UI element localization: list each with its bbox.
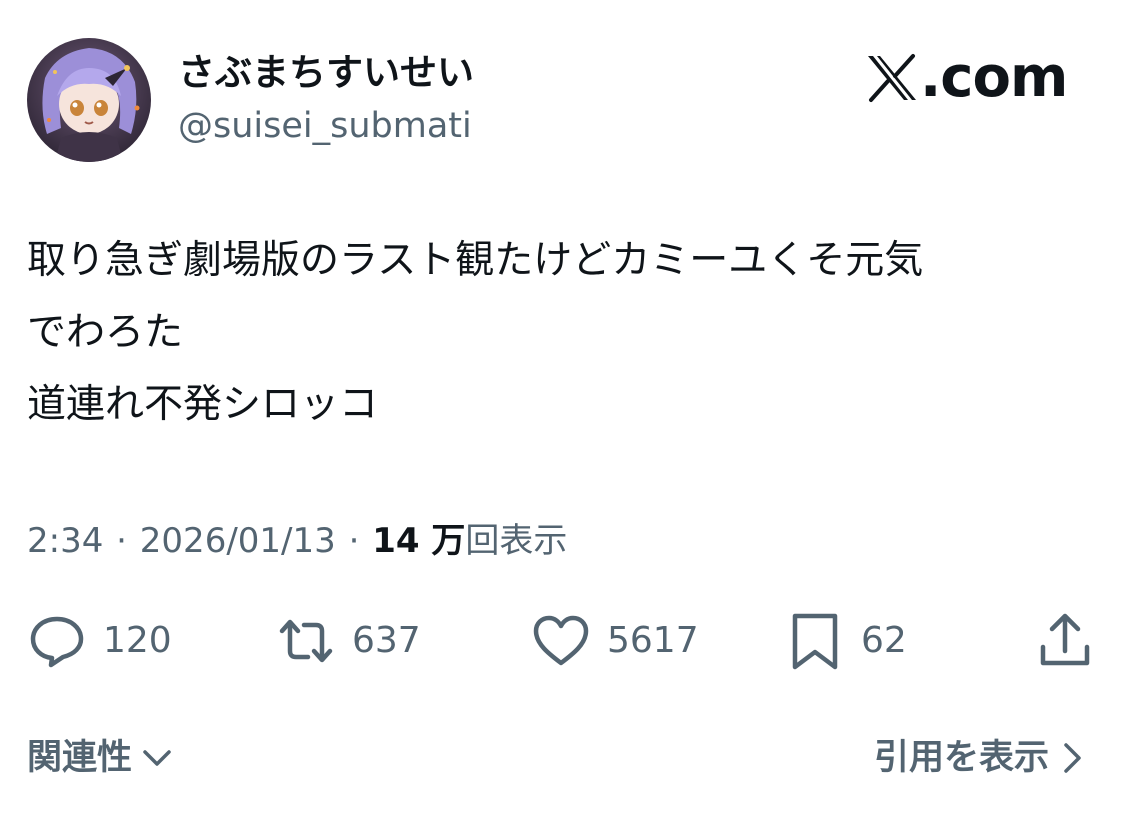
share-icon <box>1040 613 1090 666</box>
author-display-name[interactable]: さぶまちすいせい <box>178 50 474 96</box>
tweet-time[interactable]: 2:34 <box>27 521 103 561</box>
tweet-text: 取り急ぎ劇場版のラスト観たけどカミーユくそ元気 でわろた 道連れ不発シロッコ <box>27 238 924 427</box>
like-button[interactable]: 5617 <box>531 606 699 676</box>
related-label: 関連性 <box>27 738 133 778</box>
reply-count: 120 <box>103 620 172 661</box>
meta-separator: · <box>116 521 127 561</box>
view-quotes-label: 引用を表示 <box>873 738 1049 778</box>
avatar[interactable] <box>27 38 151 162</box>
bookmark-icon <box>792 613 838 670</box>
bookmark-count: 62 <box>861 620 907 661</box>
chevron-right-icon <box>1064 743 1081 773</box>
retweet-icon <box>279 619 333 663</box>
brand-text: .com <box>920 45 1068 110</box>
share-button[interactable] <box>1035 606 1095 676</box>
retweet-count: 637 <box>352 620 421 661</box>
view-quotes-button[interactable]: 引用を表示 <box>874 733 1087 783</box>
like-count: 5617 <box>607 620 699 661</box>
retweet-button[interactable]: 637 <box>276 606 421 676</box>
brand-logo: .com <box>866 45 1068 110</box>
tweet-date[interactable]: 2026/01/13 <box>140 521 336 561</box>
anime-avatar-icon <box>27 38 151 162</box>
views-count[interactable]: 14 万 <box>372 521 465 561</box>
x-logo-icon <box>868 54 916 102</box>
action-bar: 120 637 5617 62 <box>27 606 1097 676</box>
related-sort-button[interactable]: 関連性 <box>27 733 174 783</box>
reply-button[interactable]: 120 <box>27 606 172 676</box>
heart-icon <box>533 615 589 666</box>
reply-icon <box>30 616 84 668</box>
views-label: 回表示 <box>465 521 568 561</box>
meta-separator: · <box>348 521 360 561</box>
chevron-down-icon <box>143 750 171 766</box>
bookmark-button[interactable]: 62 <box>785 606 907 676</box>
author-handle[interactable]: @suisei_submati <box>178 104 472 148</box>
tweet-meta: 2:34 · 2026/01/13 · 14 万回表示 <box>27 518 567 564</box>
